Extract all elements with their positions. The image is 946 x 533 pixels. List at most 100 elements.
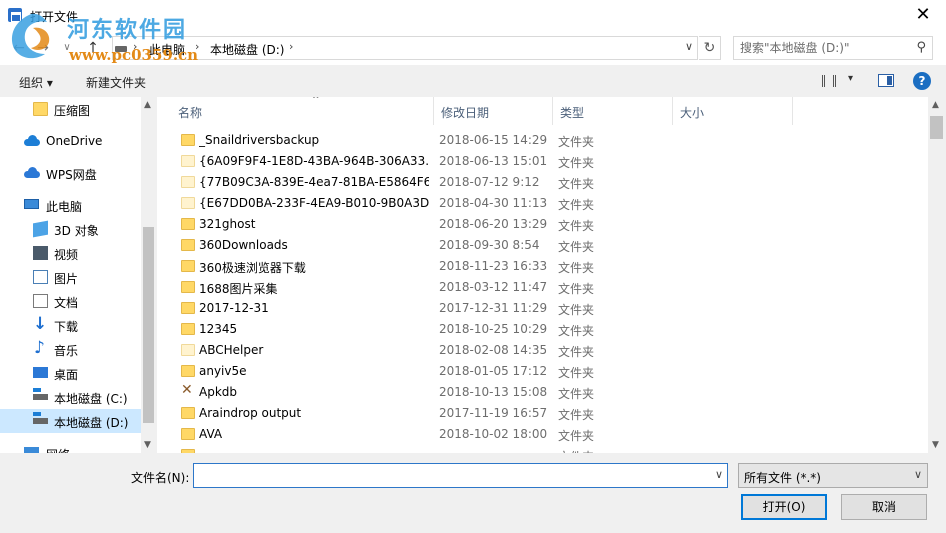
search-box[interactable]: ⚲ (733, 36, 933, 60)
file-row[interactable]: {E67DD0BA-233F-4EA9-B010-9B0A3D... 2018-0… (157, 193, 928, 214)
filename-input[interactable] (197, 467, 702, 484)
file-row[interactable]: 12345 2018-10-25 10:29 文件夹 (157, 319, 928, 340)
breadcrumb-separator[interactable]: › (289, 40, 293, 53)
file-row[interactable]: 2017-12-31 2017-12-31 11:29 文件夹 (157, 298, 928, 319)
filename-field[interactable]: ∨ (193, 463, 728, 488)
column-header-label: 修改日期 (441, 106, 490, 120)
scroll-up-icon[interactable]: ▲ (932, 100, 939, 110)
file-name: 12345 (199, 322, 238, 336)
file-type-select[interactable]: 所有文件 (*.*) ∨ (738, 463, 928, 488)
file-name: _Snaildriversbackup (199, 133, 320, 147)
nav-item-documents[interactable]: 文档 (0, 289, 141, 313)
organize-menu[interactable]: 组织 ▾ (19, 74, 53, 91)
nav-item-label: 3D 对象 (54, 224, 99, 238)
nav-item-downloads[interactable]: 下载 (0, 313, 141, 337)
new-folder-button[interactable]: 新建文件夹 (86, 74, 146, 91)
navigation-pane[interactable]: 压缩图 OneDrive WPS网盘 此电脑 3D 对象 视频 图片 文档 下载… (0, 97, 156, 453)
file-row[interactable]: Araindrop output 2017-11-19 16:57 文件夹 (157, 403, 928, 424)
file-type: 文件夹 (558, 387, 595, 401)
recent-locations-icon[interactable]: ∨ (58, 39, 76, 57)
folder-icon (181, 239, 195, 251)
cancel-button[interactable]: 取消 (841, 494, 927, 520)
nav-item-videos[interactable]: 视频 (0, 241, 141, 265)
file-name: ABCHelper (199, 343, 264, 357)
address-dropdown-icon[interactable]: ∨ (685, 40, 693, 53)
file-date: 2018-06-15 14:29 (439, 133, 548, 147)
scroll-thumb[interactable] (930, 116, 943, 139)
nav-scrollbar[interactable]: ▲ ▼ (141, 97, 156, 453)
window-title: 打开文件 (30, 10, 79, 24)
music-icon (33, 338, 48, 358)
back-icon[interactable]: ← (10, 39, 28, 57)
scroll-up-icon[interactable]: ▲ (144, 100, 151, 110)
file-date: 2018-10-25 10:29 (439, 322, 548, 336)
column-header-name[interactable]: 名称 ^ (171, 97, 434, 125)
breadcrumb-drive-d[interactable]: 本地磁盘 (D:) (210, 41, 284, 58)
file-row[interactable]: {6A09F9F4-1E8D-43BA-964B-306A33... 2018-0… (157, 151, 928, 172)
toolbar: 组织 ▾ 新建文件夹 ▾ ? (0, 65, 946, 97)
scroll-down-icon[interactable]: ▼ (144, 440, 151, 450)
drive-d-icon (33, 412, 48, 424)
chevron-down-icon[interactable]: ∨ (715, 468, 723, 481)
help-icon[interactable]: ? (913, 72, 931, 90)
up-icon[interactable]: ↑ (84, 39, 102, 57)
breadcrumb-separator[interactable]: › (195, 40, 199, 53)
file-row[interactable]: 360Downloads 2018-09-30 8:54 文件夹 (157, 235, 928, 256)
breadcrumb-this-pc[interactable]: 此电脑 (149, 41, 185, 58)
nav-item-drive-d[interactable]: 本地磁盘 (D:) (0, 409, 141, 433)
file-row[interactable]: 321ghost 2018-06-20 13:29 文件夹 (157, 214, 928, 235)
file-type: 文件夹 (558, 177, 595, 191)
forward-icon[interactable]: → (34, 39, 52, 57)
file-type: 文件夹 (558, 345, 595, 359)
file-list[interactable]: 名称 ^ 修改日期 类型 大小 _Snaildriversbackup 2018-… (157, 97, 928, 453)
nav-item-music[interactable]: 音乐 (0, 337, 141, 361)
file-row[interactable]: {77B09C3A-839E-4ea7-81BA-E5864F6... 2018-… (157, 172, 928, 193)
close-button[interactable]: ✕ (900, 0, 946, 31)
scroll-thumb[interactable] (143, 227, 154, 423)
open-button[interactable]: 打开(O) (741, 494, 827, 520)
file-row[interactable]: AVA 2018-10-02 18:00 文件夹 (157, 424, 928, 445)
nav-item-pictures[interactable]: 图片 (0, 265, 141, 289)
nav-item-label: 此电脑 (46, 200, 83, 214)
nav-item-label: 本地磁盘 (C:) (54, 392, 128, 406)
chevron-down-icon: ▾ (848, 73, 854, 84)
file-scrollbar[interactable]: ▲ ▼ (928, 97, 946, 453)
breadcrumb-separator[interactable]: › (133, 40, 137, 53)
column-header-label: 名称 (178, 106, 203, 120)
file-name: {77B09C3A-839E-4ea7-81BA-E5864F6... (199, 175, 429, 189)
file-type: 文件夹 (558, 408, 595, 422)
nav-item-desktop[interactable]: 桌面 (0, 361, 141, 385)
file-type: 文件夹 (558, 366, 595, 380)
folder-icon (181, 302, 195, 314)
column-header-date[interactable]: 修改日期 (434, 97, 553, 125)
column-header-type[interactable]: 类型 (553, 97, 673, 125)
file-date: 2017-11-19 16:57 (439, 406, 548, 420)
nav-item-drive-c[interactable]: 本地磁盘 (C:) (0, 385, 141, 409)
file-row[interactable]: anyiv5e 2018-01-05 17:12 文件夹 (157, 361, 928, 382)
file-row[interactable]: ABCHelper 2018-02-08 14:35 文件夹 (157, 340, 928, 361)
nav-item-wps-cloud[interactable]: WPS网盘 (0, 161, 141, 185)
sort-ascending-icon: ^ (312, 97, 320, 105)
preview-pane-icon[interactable] (878, 74, 894, 87)
view-options-button[interactable]: ▾ (822, 73, 858, 89)
file-row[interactable]: 文件夹 (157, 445, 928, 453)
filename-label: 文件名(N): (131, 471, 190, 485)
refresh-button[interactable]: ↻ (699, 36, 721, 60)
file-row[interactable]: _Snaildriversbackup 2018-06-15 14:29 文件夹 (157, 130, 928, 151)
address-bar[interactable]: › 此电脑 › 本地磁盘 (D:) › ∨ (112, 36, 698, 60)
column-header-size[interactable]: 大小 (673, 97, 793, 125)
file-row[interactable]: 360极速浏览器下载 2018-11-23 16:33 文件夹 (157, 256, 928, 277)
folder-icon-light (181, 155, 195, 167)
nav-item-onedrive[interactable]: OneDrive (0, 129, 141, 153)
folder-icon (181, 260, 195, 272)
file-row[interactable]: Apkdb 2018-10-13 15:08 文件夹 (157, 382, 928, 403)
scroll-down-icon[interactable]: ▼ (932, 440, 939, 450)
nav-item-3d-objects[interactable]: 3D 对象 (0, 217, 141, 241)
search-input[interactable] (740, 40, 910, 56)
nav-item-compressed[interactable]: 压缩图 (0, 97, 141, 121)
nav-item-network[interactable]: 网络 (0, 441, 141, 453)
file-name: 360Downloads (199, 238, 288, 252)
folder-icon (181, 407, 195, 419)
nav-item-this-pc[interactable]: 此电脑 (0, 193, 141, 217)
file-row[interactable]: 1688图片采集 2018-03-12 11:47 文件夹 (157, 277, 928, 298)
